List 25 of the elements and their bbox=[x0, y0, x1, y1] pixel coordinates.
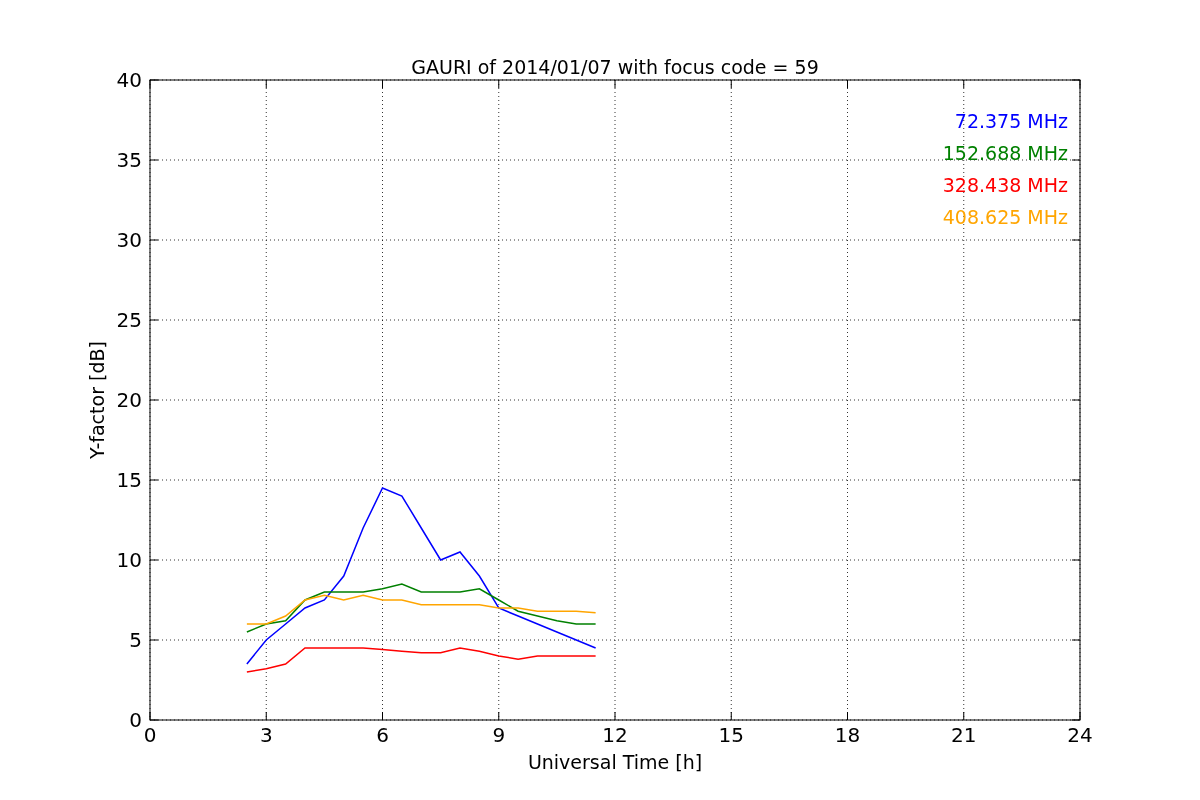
y-tick-label: 0 bbox=[129, 708, 142, 732]
x-tick-label: 6 bbox=[376, 723, 389, 747]
y-tick-label: 25 bbox=[116, 308, 142, 332]
y-tick-label: 5 bbox=[129, 628, 142, 652]
x-tick-label: 18 bbox=[834, 723, 861, 747]
chart-title: GAURI of 2014/01/07 with focus code = 59 bbox=[411, 56, 819, 78]
legend-label: 408.625 MHz bbox=[942, 206, 1068, 228]
y-tick-label: 35 bbox=[116, 148, 142, 172]
legend-label: 328.438 MHz bbox=[942, 174, 1068, 196]
y-tick-label: 10 bbox=[116, 548, 142, 572]
x-axis-label: Universal Time [h] bbox=[527, 751, 703, 773]
x-tick-label: 9 bbox=[492, 723, 506, 747]
x-tick-label: 0 bbox=[143, 723, 157, 747]
x-tick-label: 21 bbox=[951, 723, 977, 747]
x-tick-label: 3 bbox=[259, 723, 273, 747]
legend-label: 72.375 MHz bbox=[954, 110, 1068, 132]
x-tick-label: 15 bbox=[718, 723, 744, 747]
x-tick-label: 12 bbox=[602, 723, 628, 747]
y-tick-label: 40 bbox=[116, 68, 142, 92]
x-tick-label: 24 bbox=[1067, 723, 1093, 747]
legend-label: 152.688 MHz bbox=[942, 142, 1068, 164]
y-tick-label: 30 bbox=[116, 228, 142, 252]
y-axis-label: Y-factor [dB] bbox=[86, 341, 108, 459]
y-tick-label: 15 bbox=[116, 468, 142, 492]
y-tick-label: 20 bbox=[116, 388, 142, 412]
